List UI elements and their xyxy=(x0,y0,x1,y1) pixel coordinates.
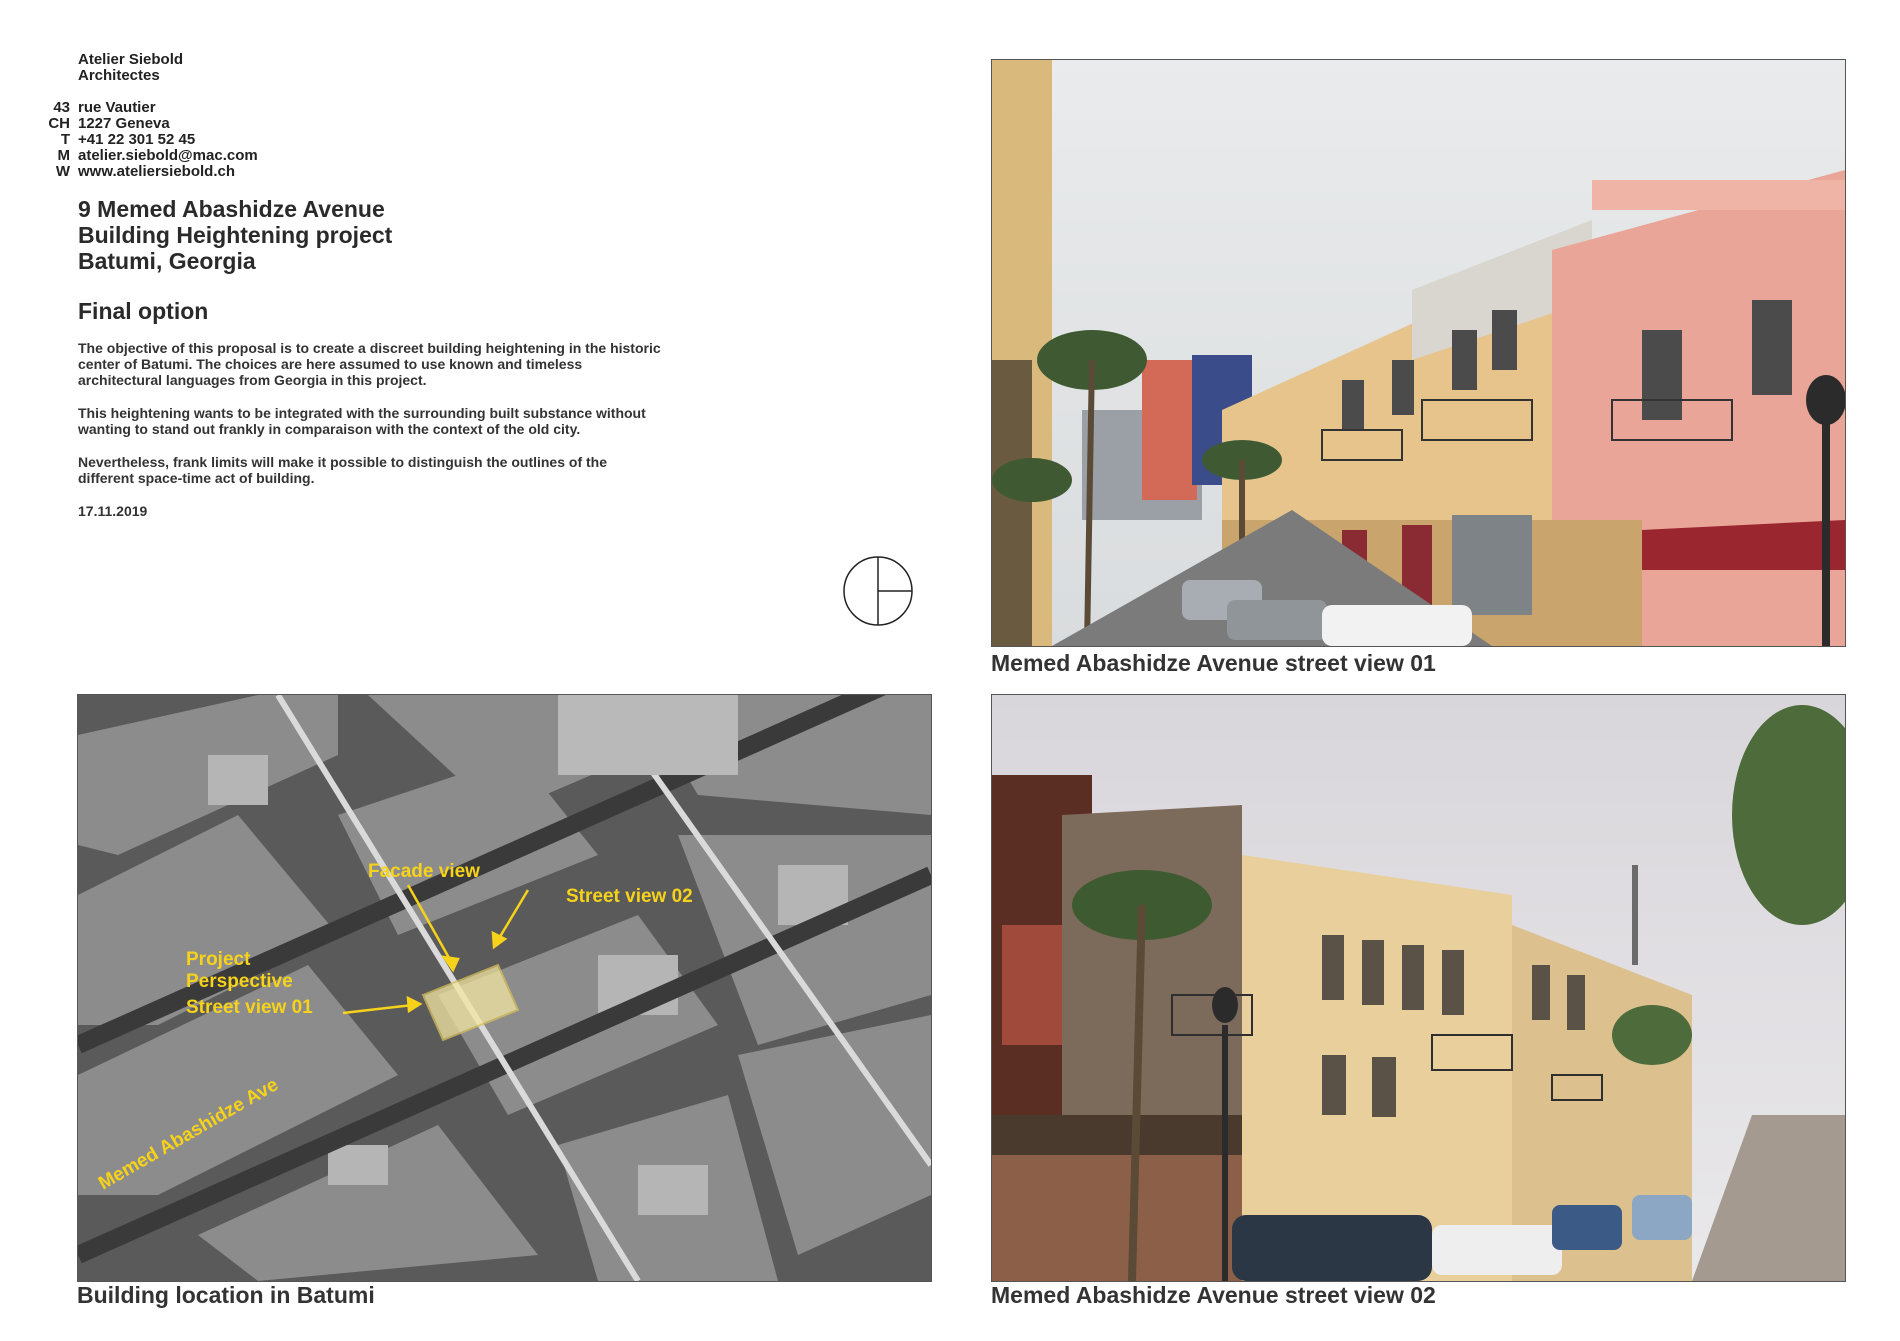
aerial-map: Facade view Street view 02 Project Persp… xyxy=(77,694,932,1282)
street-view-02-photo xyxy=(991,694,1846,1282)
firm-name-line2: Architectes xyxy=(78,67,160,84)
firm-name: Atelier Siebold Architectes xyxy=(78,52,183,84)
date: 17.11.2019 xyxy=(78,503,148,519)
paragraph-integration: This heightening wants to be integrated … xyxy=(78,405,646,437)
map-label-facade-view: Facade view xyxy=(368,861,480,882)
caption-street-view-01: Memed Abashidze Avenue street view 01 xyxy=(991,650,1436,676)
map-label-street-view-02: Street view 02 xyxy=(566,886,693,907)
map-label-street-view-01: Street view 01 xyxy=(186,997,313,1018)
address-block: 43 rue Vautier CH 1227 Geneva T +41 22 301 … xyxy=(30,99,258,180)
firm-name-line1: Atelier Siebold xyxy=(78,51,184,68)
caption-location: Building location in Batumi xyxy=(77,1282,375,1308)
map-label-perspective: Perspective xyxy=(186,971,293,992)
section-title: Final option xyxy=(78,298,209,324)
address-row: 43 rue Vautier xyxy=(53,99,156,116)
address-row: Matelier.siebold@mac.com xyxy=(57,147,258,164)
address-row: CH 1227 Geneva xyxy=(48,115,170,132)
paragraph-limits: Nevertheless, frank limits will make it … xyxy=(78,454,607,486)
address-row: T +41 22 301 52 45 xyxy=(60,131,196,148)
project-title: 9 Memed Abashidze Avenue Building Height… xyxy=(78,196,393,274)
map-label-project: Project xyxy=(186,949,251,970)
north-arrow-icon xyxy=(842,555,914,627)
street-view-01-photo xyxy=(991,59,1846,647)
paragraph-objective: The objective of this proposal is to cre… xyxy=(78,340,661,388)
address-row: Wwww.ateliersiebold.ch xyxy=(55,163,235,180)
caption-street-view-02: Memed Abashidze Avenue street view 02 xyxy=(991,1282,1436,1308)
